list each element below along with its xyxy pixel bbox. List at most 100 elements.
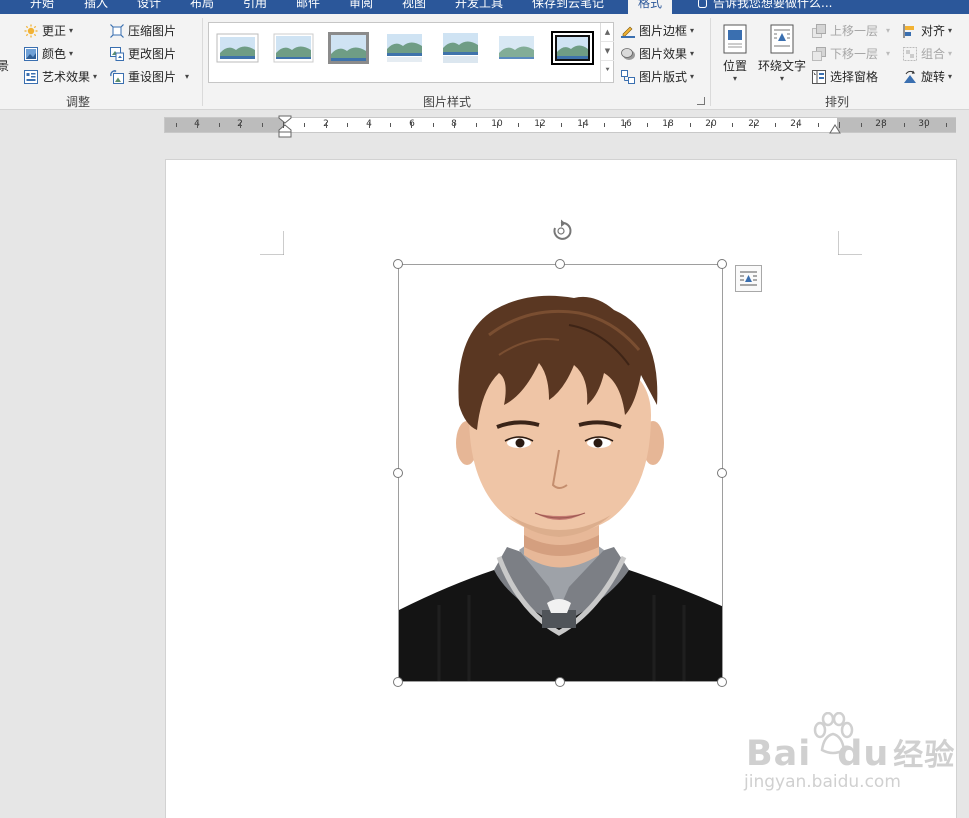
picture-styles-gallery: ▲ ▼ ⯆ [208,22,614,83]
ruler-tick [561,123,562,127]
picture-effects-button[interactable]: 图片效果 ▾ [621,44,694,64]
ruler-tick [262,123,263,127]
picture-layout-label: 图片版式 [639,70,688,84]
tab-layout[interactable]: 布局 [190,0,214,14]
position-button[interactable]: 位置 ▾ [721,24,749,84]
tab-view[interactable]: 视图 [402,0,426,14]
selection-pane-button[interactable]: 选择窗格 [812,67,878,87]
ruler-tick [754,122,755,128]
selected-portrait-picture[interactable] [398,264,723,682]
horizontal-ruler[interactable]: 4 2 2 4 6 8 10 12 14 16 18 20 22 24 28 3… [164,115,956,138]
ruler-label: 30 [918,119,930,129]
send-backward-icon [812,47,826,61]
resize-handle-right[interactable] [717,468,727,478]
picture-style-thumb-5[interactable] [439,31,482,65]
position-label: 位置 [722,59,747,73]
tell-me-placeholder: 告诉我您想要做什么... [713,0,833,10]
ruler-tick [326,122,327,128]
picture-style-thumb-1[interactable] [216,31,259,65]
picture-effects-label: 图片效果 [639,47,688,61]
sun-icon [24,24,38,38]
change-picture-icon [110,47,124,61]
group-separator [202,18,203,106]
compress-pictures-button[interactable]: 压缩图片 [110,21,176,41]
reset-picture-button[interactable]: 重设图片 ▾ [110,67,189,87]
ruler-tick [497,122,498,128]
tell-me-box[interactable]: 告诉我您想要做什么... [698,0,832,11]
ribbon-format: 景 更正 ▾ 颜色 ▾ 艺术效果 ▾ 压缩图片 更改图片 重设图片 ▾ 调整 ▲… [0,14,969,110]
tab-references[interactable]: 引用 [243,0,267,14]
resize-handle-bottom-left[interactable] [393,677,403,687]
wrap-text-button[interactable]: 环绕文字 ▾ [756,24,808,84]
align-button[interactable]: 对齐 ▾ [903,21,952,41]
picture-style-thumb-2[interactable] [272,31,315,65]
tab-format[interactable]: 格式 [628,0,673,14]
gallery-more-icon[interactable]: ⯆ [601,61,614,80]
picture-style-thumb-6[interactable] [495,31,538,65]
ruler-tick [732,123,733,127]
gallery-scroll-down-icon[interactable]: ▼ [601,42,614,61]
picture-style-thumb-3[interactable] [327,31,370,65]
ruler-tick [690,123,691,127]
resize-handle-bottom-right[interactable] [717,677,727,687]
tab-home[interactable]: 开始 [30,0,54,14]
group-objects-button[interactable]: 组合 ▾ [903,44,952,64]
ruler-label: 24 [790,119,802,129]
reset-picture-icon [110,70,124,84]
rotate-objects-label: 旋转 [921,70,946,84]
send-backward-label: 下移一层 [830,47,879,61]
corrections-button[interactable]: 更正 ▾ [24,21,73,41]
resize-handle-left[interactable] [393,468,403,478]
ruler-tick [861,123,862,127]
rotate-handle-icon[interactable] [549,219,573,243]
tab-developer[interactable]: 开发工具 [455,0,503,14]
tab-design[interactable]: 设计 [137,0,161,14]
ruler-label: 16 [620,119,632,129]
group-objects-icon [903,47,917,61]
first-line-indent-marker-icon[interactable] [278,115,292,139]
tab-review[interactable]: 审阅 [349,0,373,14]
pencil-border-icon [621,24,635,38]
picture-layout-icon [621,70,635,84]
picture-layout-button[interactable]: 图片版式 ▾ [621,67,694,87]
bring-forward-button[interactable]: 上移一层 ▾ [812,21,890,41]
picture-style-thumb-4[interactable] [383,31,426,65]
artistic-effects-button[interactable]: 艺术效果 ▾ [24,67,97,87]
picture-style-thumb-7-selected[interactable] [551,31,594,65]
bring-forward-icon [812,24,826,38]
change-picture-button[interactable]: 更改图片 [110,44,176,64]
rotate-objects-button[interactable]: 旋转 ▾ [903,67,952,87]
picture-styles-dialog-launcher-icon[interactable] [697,97,705,105]
ruler-tick [433,123,434,127]
group-objects-label: 组合 [921,47,946,61]
ruler-tick [176,123,177,127]
ruler-tick [583,122,584,128]
picture-border-button[interactable]: 图片边框 ▾ [621,21,694,41]
ruler-tick [668,122,669,128]
ruler-tick [711,122,712,128]
tab-insert[interactable]: 插入 [84,0,108,14]
color-button[interactable]: 颜色 ▾ [24,44,73,64]
ruler-tick [197,122,198,128]
ruler-tick [925,122,926,128]
resize-handle-bottom[interactable] [555,677,565,687]
resize-handle-top-left[interactable] [393,259,403,269]
ruler-tick [540,122,541,128]
gallery-scrollbar[interactable]: ▲ ▼ ⯆ [600,23,614,82]
tab-save-to-cloud-notes[interactable]: 保存到云笔记 [532,0,604,14]
group-label-arrange: 排列 [825,95,850,109]
compress-icon [110,24,124,38]
remove-background-button-cut[interactable]: 景 [0,56,9,76]
send-backward-button[interactable]: 下移一层 ▾ [812,44,890,64]
tab-mailings[interactable]: 邮件 [296,0,320,14]
ruler-tick [518,123,519,127]
margin-crop-mark-left [260,231,284,255]
ruler-tick [390,123,391,127]
resize-handle-top[interactable] [555,259,565,269]
rotate-objects-icon [903,70,917,84]
gallery-scroll-up-icon[interactable]: ▲ [601,23,614,42]
layout-options-button[interactable] [735,265,762,292]
group-label-picture-styles: 图片样式 [423,95,472,109]
ruler-tick [625,122,626,128]
resize-handle-top-right[interactable] [717,259,727,269]
